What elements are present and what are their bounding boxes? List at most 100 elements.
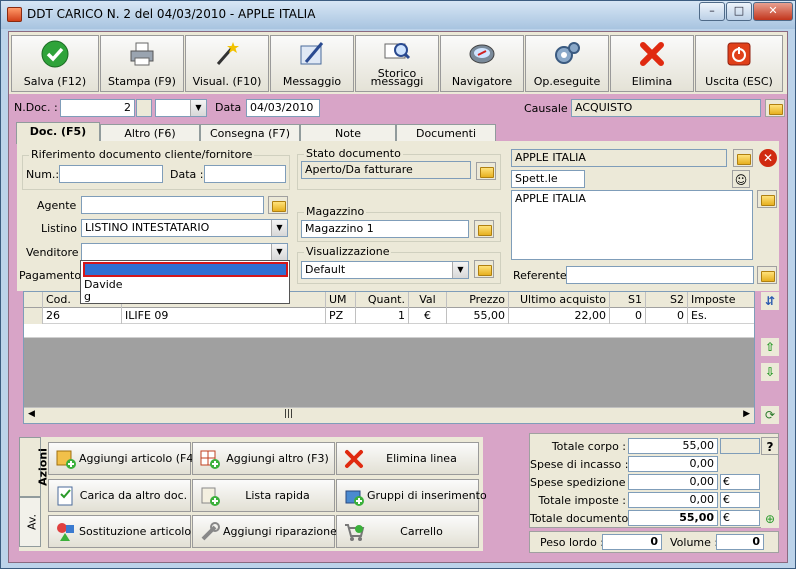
cell-cod[interactable]: 26 — [43, 308, 122, 324]
cell-s2[interactable]: 0 — [646, 308, 688, 324]
sort-updown-icon[interactable]: ⇵ — [761, 292, 779, 310]
check-icon — [41, 40, 69, 68]
maximize-button[interactable]: □ — [726, 2, 752, 21]
stato-field[interactable]: Aperto/Da fatturare — [301, 161, 471, 179]
listino-select[interactable]: LISTINO INTESTATARIO ▼ — [81, 219, 288, 237]
chevron-down-icon: ▼ — [452, 262, 468, 278]
peso-lordo-label: Peso lordo : — [540, 536, 604, 549]
rif-date-field[interactable] — [204, 165, 286, 183]
ndoc-series-select[interactable]: ▼ — [155, 99, 207, 117]
tab-av[interactable]: Av. — [19, 497, 41, 547]
refresh-icon[interactable]: ⟳ — [761, 406, 779, 424]
cliente-folder-icon[interactable] — [733, 149, 753, 167]
agente-folder-icon[interactable] — [268, 196, 288, 214]
delete-line-button[interactable]: Elimina linea — [336, 442, 479, 475]
date-field[interactable]: 04/03/2010 — [246, 99, 320, 117]
col-header-ultimo-acquisto[interactable]: Ultimo acquisto — [509, 292, 610, 308]
cell-val[interactable]: € — [409, 308, 447, 324]
dropdown-option-selected[interactable] — [83, 262, 288, 277]
cell-prezzo[interactable]: 55,00 — [447, 308, 509, 324]
referente-folder-icon[interactable] — [757, 266, 777, 284]
scroll-right-icon[interactable]: ▶ — [743, 409, 750, 419]
checklist-icon — [57, 486, 73, 506]
col-header-s2[interactable]: S2 — [646, 292, 688, 308]
message-button[interactable]: Messaggio — [270, 35, 354, 92]
cliente-remove-icon[interactable]: ✕ — [759, 149, 777, 167]
zoom-in-icon[interactable]: ⊕ — [761, 510, 779, 528]
operations-done-button[interactable]: Op.eseguite — [525, 35, 609, 92]
articles-grid[interactable]: Cod. Descrizione UM Quant. Val Prezzo Ul… — [23, 291, 755, 424]
venditore-select[interactable]: ▼ — [81, 243, 288, 261]
move-up-icon[interactable]: ⇧ — [761, 338, 779, 356]
cell-s1[interactable]: 0 — [610, 308, 646, 324]
totale-documento-field: 55,00 — [628, 510, 718, 526]
replace-article-button[interactable]: Sostituzione articolo — [48, 515, 191, 548]
help-button[interactable]: ? — [761, 437, 779, 455]
dropdown-option-g[interactable]: g — [84, 291, 91, 303]
message-history-button[interactable]: Storico messaggi — [355, 35, 439, 92]
cliente-address-field[interactable]: APPLE ITALIA — [511, 190, 753, 260]
scroll-left-icon[interactable]: ◀ — [28, 409, 35, 419]
horizontal-scrollbar[interactable]: ◀ ||| ▶ — [24, 407, 754, 423]
quick-list-button[interactable]: Lista rapida — [192, 479, 335, 512]
spese-spedizione-field[interactable]: 0,00 — [628, 474, 718, 490]
insert-groups-button[interactable]: Gruppi di inserimento — [336, 479, 487, 512]
address-folder-icon[interactable] — [757, 190, 777, 208]
cell-ultimo-acquisto[interactable]: 22,00 — [509, 308, 610, 324]
scroll-thumb[interactable]: ||| — [284, 409, 293, 419]
cell-imposte[interactable]: Es. — [688, 308, 754, 324]
peso-lordo-field[interactable]: 0 — [602, 534, 662, 550]
cliente-name-field[interactable]: APPLE ITALIA — [511, 149, 727, 167]
row-selector[interactable] — [24, 308, 43, 324]
table-row[interactable]: 26 ILIFE 09 PZ 1 € 55,00 22,00 0 0 Es. — [24, 308, 754, 324]
window-title: DDT CARICO N. 2 del 04/03/2010 - APPLE I… — [27, 7, 316, 21]
col-header-um[interactable]: UM — [326, 292, 356, 308]
stato-folder-icon[interactable] — [476, 162, 496, 180]
title-bar[interactable]: DDT CARICO N. 2 del 04/03/2010 - APPLE I… — [1, 1, 795, 29]
venditore-dropdown-list[interactable]: Davide g — [80, 260, 290, 304]
agente-field[interactable] — [81, 196, 264, 214]
cell-quant[interactable]: 1 — [356, 308, 409, 324]
cart-button[interactable]: Carrello — [336, 515, 479, 548]
causale-field[interactable]: ACQUISTO — [571, 99, 761, 117]
cell-um[interactable]: PZ — [326, 308, 356, 324]
col-header-imposte[interactable]: Imposte — [688, 292, 754, 308]
col-header-s1[interactable]: S1 — [610, 292, 646, 308]
spese-spedizione-label: Spese spedizione : — [530, 476, 633, 489]
col-header-prezzo[interactable]: Prezzo — [447, 292, 509, 308]
delete-button[interactable]: Elimina — [610, 35, 694, 92]
print-button[interactable]: Stampa (F9) — [100, 35, 184, 92]
totale-imposte-currency: € — [720, 492, 760, 508]
ndoc-field[interactable]: 2 — [60, 99, 135, 117]
referente-field[interactable] — [566, 266, 754, 284]
view-button[interactable]: Visual. (F10) — [185, 35, 269, 92]
col-header-val[interactable]: Val — [409, 292, 447, 308]
close-window-button[interactable]: ✕ — [753, 2, 793, 21]
tab-azioni[interactable]: Azioni — [19, 437, 49, 497]
magazzino-field[interactable]: Magazzino 1 — [301, 220, 469, 238]
causale-folder-icon[interactable] — [765, 99, 785, 117]
magazzino-folder-icon[interactable] — [474, 220, 494, 238]
salutation-field[interactable]: Spett.le — [511, 170, 585, 188]
visualizzazione-select[interactable]: Default ▼ — [301, 261, 469, 279]
navigator-button[interactable]: Navigatore — [440, 35, 524, 92]
add-other-button[interactable]: Aggiungi altro (F3) — [192, 442, 335, 475]
volume-field[interactable]: 0 — [716, 534, 764, 550]
minimize-button[interactable]: – — [699, 2, 725, 21]
add-article-button[interactable]: Aggiungi articolo (F4) — [48, 442, 198, 475]
new-row[interactable] — [24, 324, 754, 338]
load-from-doc-button[interactable]: Carica da altro doc. — [48, 479, 191, 512]
spese-incasso-field[interactable]: 0,00 — [628, 456, 718, 472]
exit-button[interactable]: Uscita (ESC) — [695, 35, 783, 92]
venditore-label: Venditore : — [26, 246, 86, 259]
col-header-quant[interactable]: Quant. — [356, 292, 409, 308]
num-field[interactable] — [59, 165, 163, 183]
save-button[interactable]: Salva (F12) — [11, 35, 99, 92]
contact-person-icon[interactable]: ☺ — [732, 170, 750, 188]
referente-label: Referente — [513, 269, 567, 282]
cell-descrizione[interactable]: ILIFE 09 — [122, 308, 326, 324]
add-repair-button[interactable]: Aggiungi riparazione — [192, 515, 337, 548]
visualizzazione-folder-icon[interactable] — [474, 260, 494, 278]
ndoc-suffix-field[interactable] — [136, 99, 152, 117]
move-down-icon[interactable]: ⇩ — [761, 363, 779, 381]
